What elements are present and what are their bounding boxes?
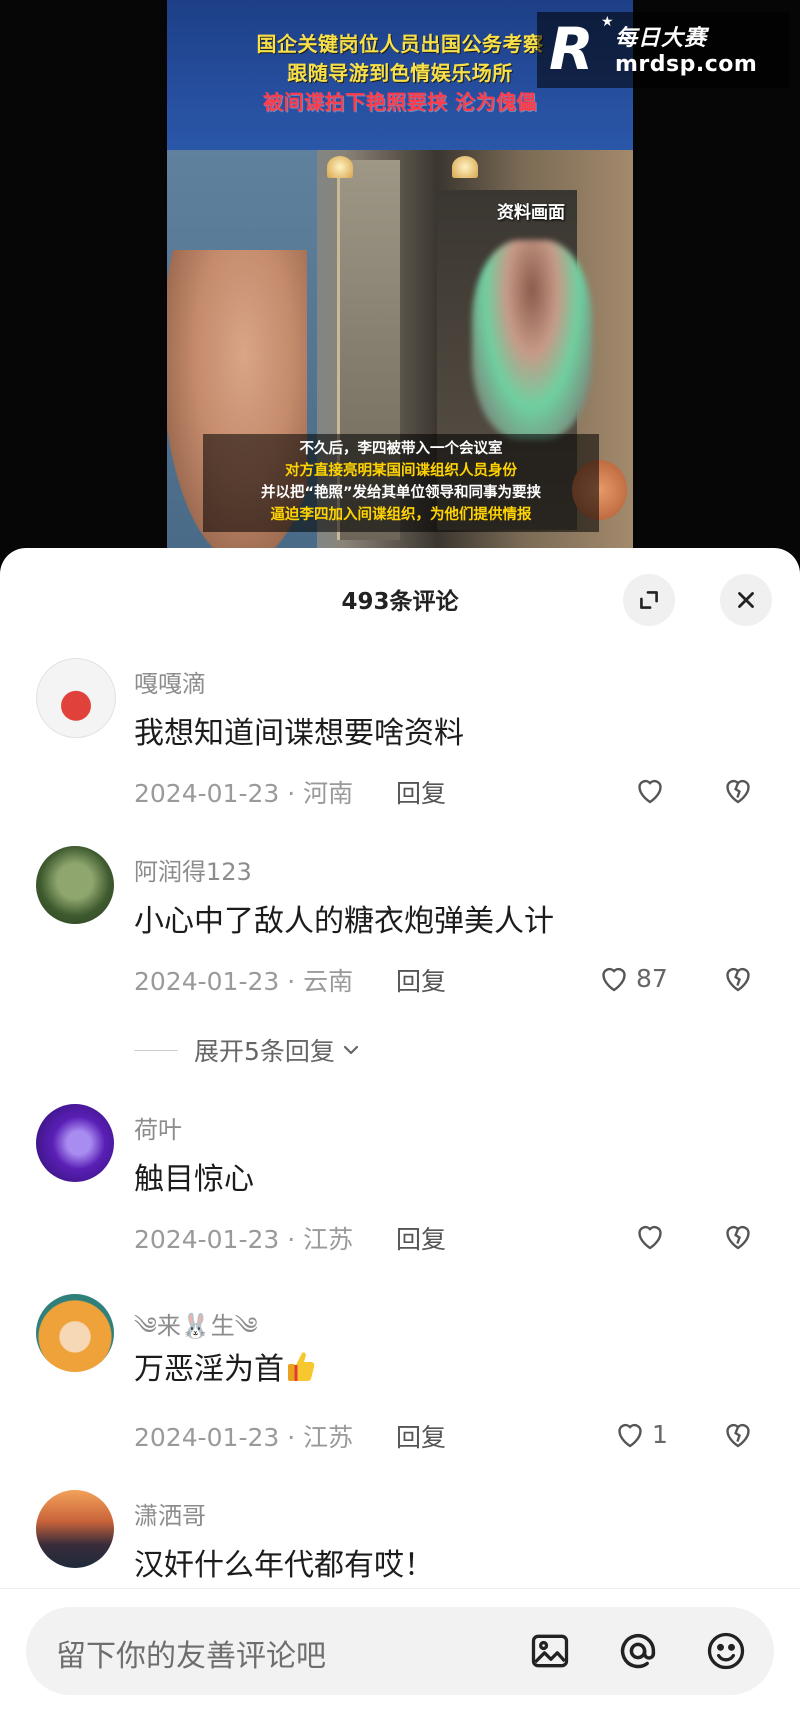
subtitle-line: 不久后，李四被带入一个会议室 [299, 441, 503, 457]
broken-heart-icon [726, 1225, 750, 1250]
comment-date-location: 2024-01-23 · 江苏 [134, 1225, 354, 1254]
avatar[interactable] [36, 1294, 114, 1372]
reply-button[interactable]: 回复 [396, 1418, 446, 1454]
like-button[interactable] [632, 1218, 672, 1254]
subtitle-line: 并以把“艳照”发给其单位领导和同事为要挟 [260, 485, 542, 501]
like-button[interactable]: 1 [612, 1416, 668, 1452]
logo-mark: R [549, 15, 594, 83]
heart-icon [602, 967, 626, 992]
comment-text[interactable]: 汉奸什么年代都有哎！ [134, 1540, 434, 1584]
comment-text[interactable]: 小心中了敌人的糖衣炮弹美人计 [134, 896, 554, 940]
like-count: 1 [652, 1419, 668, 1449]
archive-footage-tag: 资料画面 [497, 203, 565, 223]
image-button[interactable] [528, 1629, 572, 1673]
reply-button[interactable]: 回复 [396, 774, 446, 810]
comment-text[interactable]: 触目惊心 [134, 1154, 254, 1198]
avatar[interactable] [36, 846, 114, 924]
comment-date-location: 2024-01-23 · 云南 [134, 967, 354, 996]
avatar[interactable] [36, 1104, 114, 1182]
dislike-button[interactable] [720, 1218, 756, 1254]
comment-text[interactable]: 我想知道间谍想要啥资料 [134, 708, 464, 752]
subtitle-line: 逼迫李四加入间谍组织，为他们提供情报 [270, 507, 532, 523]
comment-date-location: 2024-01-23 · 江苏 [134, 1423, 354, 1452]
comment-username[interactable]: 荷叶 [134, 1110, 182, 1145]
heart-icon [638, 779, 662, 804]
comment-item: 潇洒哥 汉奸什么年代都有哎！ [0, 1490, 800, 1600]
logo-url: mrdsp.com [615, 52, 758, 77]
expand-replies-button[interactable]: 展开5条回复 [134, 1032, 363, 1068]
comment-text-content: 万恶淫为首 [134, 1352, 284, 1387]
like-button[interactable] [632, 772, 672, 808]
at-icon [620, 1633, 656, 1669]
like-count: 87 [636, 963, 668, 993]
expand-button[interactable] [623, 574, 675, 626]
dislike-button[interactable] [720, 772, 756, 808]
comment-item: ༄来🐰生༄ 万恶淫为首 2024-01-23 · 江苏 回复 1 [0, 1294, 800, 1484]
expand-icon [640, 591, 658, 609]
chevron-down-icon [343, 1045, 359, 1055]
comment-count-title: 493条评论 [341, 589, 459, 615]
avatar[interactable] [36, 658, 116, 738]
comment-item: 阿润得123 小心中了敌人的糖衣炮弹美人计 2024-01-23 · 云南 回复… [0, 846, 800, 1086]
expand-replies-label: 展开5条回复 [194, 1037, 335, 1066]
emoji-icon [707, 1632, 745, 1670]
star-icon: ★ [601, 14, 614, 30]
comment-text[interactable]: 万恶淫为首 [134, 1344, 316, 1388]
video-player[interactable]: 国企关键岗位人员出国公务考察 跟随导游到色情娱乐场所 被间谍拍下艳照要挟 沦为傀… [0, 0, 800, 560]
subtitle-line: 对方直接亮明某国间谍组织人员身份 [285, 463, 517, 479]
dislike-button[interactable] [720, 960, 756, 996]
comment-input-placeholder: 留下你的友善评论吧 [56, 1639, 326, 1674]
broken-heart-icon [726, 1423, 750, 1448]
comment-item: 荷叶 触目惊心 2024-01-23 · 江苏 回复 [0, 1104, 800, 1284]
comment-input[interactable]: 留下你的友善评论吧 [26, 1607, 774, 1695]
heart-icon [638, 1225, 662, 1250]
comment-item: 嘎嘎滴 我想知道间谍想要啥资料 2024-01-23 · 河南 回复 [0, 658, 800, 838]
comment-username[interactable]: 嘎嘎滴 [134, 664, 206, 699]
video-subtitles: 不久后，李四被带入一个会议室 对方直接亮明某国间谍组织人员身份 并以把“艳照”发… [203, 434, 599, 532]
banner-line: 被间谍拍下艳照要挟 沦为傀儡 [263, 90, 537, 114]
comment-username[interactable]: 阿润得123 [134, 852, 252, 887]
broken-heart-icon [726, 779, 750, 804]
emoji-button[interactable] [704, 1629, 748, 1673]
logo-name: 每日大赛 [615, 26, 708, 51]
close-icon [738, 592, 754, 608]
like-button[interactable]: 87 [596, 960, 668, 996]
thumbs-up-icon [288, 1352, 315, 1381]
comment-date-location: 2024-01-23 · 河南 [134, 779, 354, 808]
comment-input-area: 留下你的友善评论吧 [0, 1588, 800, 1713]
reply-button[interactable]: 回复 [396, 1220, 446, 1256]
reply-button[interactable]: 回复 [396, 962, 446, 998]
blurred-person [472, 240, 592, 440]
comment-sheet: 493条评论 嘎嘎滴 我想知道间谍想要啥资料 2024-01-23 · 河南 回… [0, 548, 800, 1712]
close-button[interactable] [720, 574, 772, 626]
heart-icon [618, 1423, 642, 1448]
dislike-button[interactable] [720, 1416, 756, 1452]
mention-button[interactable] [616, 1629, 660, 1673]
comment-username[interactable]: 潇洒哥 [134, 1496, 206, 1531]
avatar[interactable] [36, 1490, 114, 1568]
site-watermark-logo: R ★ 每日大赛 mrdsp.com [537, 12, 789, 88]
broken-heart-icon [726, 967, 750, 992]
comment-sheet-header: 493条评论 [0, 548, 800, 640]
image-icon [531, 1634, 569, 1668]
